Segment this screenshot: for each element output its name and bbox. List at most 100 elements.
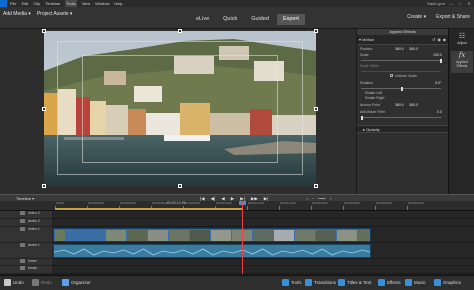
- clip-thumbnails: [54, 229, 370, 241]
- scale-slider[interactable]: [361, 58, 442, 63]
- rotation-slider[interactable]: [361, 86, 441, 91]
- track-video-1[interactable]: [52, 227, 474, 243]
- video-clip[interactable]: [53, 228, 371, 242]
- applied-effects-button[interactable]: fx Applied Effects: [451, 51, 473, 73]
- maximize-button[interactable]: □: [457, 1, 463, 7]
- add-media-button[interactable]: Add Media ▾: [3, 11, 31, 17]
- keyframe-icon[interactable]: ◆: [443, 37, 446, 42]
- transform-handle[interactable]: [42, 29, 46, 33]
- ruler-tick-label: 00;00: [56, 201, 64, 205]
- ruler-tick-label: 00;00;02;00: [88, 201, 104, 205]
- menu-help[interactable]: Help: [114, 0, 122, 7]
- redo-label: Redo: [41, 280, 52, 285]
- track-header-audio-2[interactable]: Audio 2: [0, 219, 52, 227]
- music-button[interactable]: Music: [405, 279, 426, 286]
- position-x-value[interactable]: 360.0: [395, 47, 404, 51]
- audio-waveform: [54, 248, 370, 256]
- eye-icon[interactable]: ◉: [437, 37, 441, 42]
- scale-width-slider[interactable]: [361, 71, 441, 72]
- menu-edit[interactable]: Edit: [21, 0, 28, 7]
- transitions-button[interactable]: Transitions: [305, 279, 336, 286]
- timeline-tracks: Video 2 Audio 2 Video 1 Audio 1 Voice Mu…: [0, 211, 474, 274]
- menu-timeline[interactable]: Timeline: [45, 0, 60, 7]
- track-header-video-2[interactable]: Video 2: [0, 211, 52, 219]
- close-button[interactable]: ✕: [466, 1, 472, 7]
- titles-text-label: Titles & Text: [347, 280, 372, 285]
- project-assets-button[interactable]: Project Assets ▾: [37, 11, 73, 17]
- undo-label: Undo: [13, 280, 24, 285]
- rotate-left-label[interactable]: Rotate Left: [365, 91, 382, 95]
- audio-clip[interactable]: [53, 244, 371, 258]
- opacity-effect-header[interactable]: ▸ Opacity: [357, 125, 449, 133]
- adjust-icon: ☷: [458, 33, 466, 40]
- graphics-button[interactable]: Graphics: [434, 279, 461, 286]
- transform-handle[interactable]: [178, 29, 182, 33]
- track-music[interactable]: [52, 266, 474, 274]
- titles-text-button[interactable]: Titles & Text: [338, 279, 371, 286]
- menu-clip[interactable]: Clip: [33, 0, 40, 7]
- organizer-button[interactable]: Organizer: [62, 279, 91, 286]
- rotation-slider-knob[interactable]: [401, 86, 403, 91]
- track-voice[interactable]: [52, 259, 474, 266]
- menu-view[interactable]: View: [82, 0, 91, 7]
- create-button[interactable]: Create ▾: [407, 14, 426, 20]
- anti-flicker-slider-knob[interactable]: [361, 115, 363, 120]
- transform-handle[interactable]: [42, 107, 46, 111]
- position-y-value[interactable]: 360.0: [409, 47, 418, 51]
- anchor-x-value[interactable]: 360.0: [395, 103, 404, 107]
- rotation-value[interactable]: 0.0°: [435, 81, 441, 85]
- anti-flicker-slider[interactable]: [361, 115, 441, 120]
- adjust-button[interactable]: ☷ Adjust: [451, 32, 473, 50]
- transform-handle[interactable]: [314, 107, 318, 111]
- menu-window[interactable]: Window: [95, 0, 109, 7]
- track-header-music[interactable]: Music: [0, 266, 52, 274]
- mode-guided[interactable]: Guided: [245, 14, 275, 25]
- rotation-label: Rotation: [360, 81, 374, 85]
- mode-expert[interactable]: Expert: [276, 14, 305, 25]
- transform-handle[interactable]: [42, 184, 46, 188]
- rotate-right-label[interactable]: Rotate Right: [365, 96, 384, 100]
- track-name: Audio 2: [28, 219, 40, 223]
- tools-button[interactable]: Tools: [282, 279, 302, 286]
- uniform-scale-checkbox[interactable]: [390, 74, 393, 77]
- applied-effects-label: Applied Effects: [456, 60, 468, 68]
- track-header-video-1[interactable]: Video 1: [0, 227, 52, 243]
- ruler-tick-label: 00;00;10;00: [216, 201, 232, 205]
- scale-slider-knob[interactable]: [440, 58, 442, 63]
- work-area-bar[interactable]: [55, 208, 243, 210]
- track-header-voice[interactable]: Voice: [0, 259, 52, 266]
- anchor-y-value[interactable]: 360.0: [409, 103, 418, 107]
- ruler-tick-label: 00;00;04;00: [120, 201, 136, 205]
- opacity-label: Opacity: [366, 127, 380, 132]
- tools-icon: [282, 279, 289, 286]
- menu-file[interactable]: File: [10, 0, 16, 7]
- transform-handle[interactable]: [314, 184, 318, 188]
- titles-icon: [338, 279, 345, 286]
- minimize-button[interactable]: —: [448, 1, 454, 7]
- track-video-2[interactable]: [52, 211, 474, 219]
- transform-handle[interactable]: [314, 29, 318, 33]
- motion-effect-header[interactable]: ▾ Motion ↺ ◉ ◆: [357, 35, 448, 45]
- transform-handle[interactable]: [178, 184, 182, 188]
- anti-flicker-value[interactable]: 0.0: [437, 110, 442, 114]
- scale-value[interactable]: 100.0: [433, 53, 442, 57]
- timeline-header: Timeline ▾ |◀ ◀| ◀ ▶ ▶| ▶▶ ▶| ♪ − ━━━ +: [0, 194, 474, 201]
- track-audio-1[interactable]: [52, 243, 474, 259]
- effects-button[interactable]: Effects: [378, 279, 401, 286]
- reset-icon[interactable]: ↺: [432, 37, 435, 42]
- anchor-point-label: Anchor Point: [360, 103, 381, 107]
- redo-button[interactable]: Redo: [32, 279, 52, 286]
- playhead-line[interactable]: [242, 201, 243, 274]
- user-name[interactable]: Gadi Lynn: [427, 1, 445, 6]
- uniform-scale-label: Uniform Scale: [395, 74, 417, 78]
- anti-flicker-label: Anti-flicker Filter: [360, 110, 386, 114]
- effects-label: Effects: [387, 280, 401, 285]
- export-share-button[interactable]: Export & Share: [436, 14, 470, 20]
- mode-elive[interactable]: eLive: [190, 14, 215, 25]
- track-header-audio-1[interactable]: Audio 1: [0, 243, 52, 259]
- undo-button[interactable]: Undo: [4, 279, 24, 286]
- mode-quick[interactable]: Quick: [217, 14, 243, 25]
- timeline-ruler[interactable]: 00;00;12;29 00;00 00;00;02;00 00;00;04;00 0…: [0, 201, 474, 211]
- menu-tools[interactable]: Tools: [65, 0, 77, 7]
- track-audio-2[interactable]: [52, 219, 474, 227]
